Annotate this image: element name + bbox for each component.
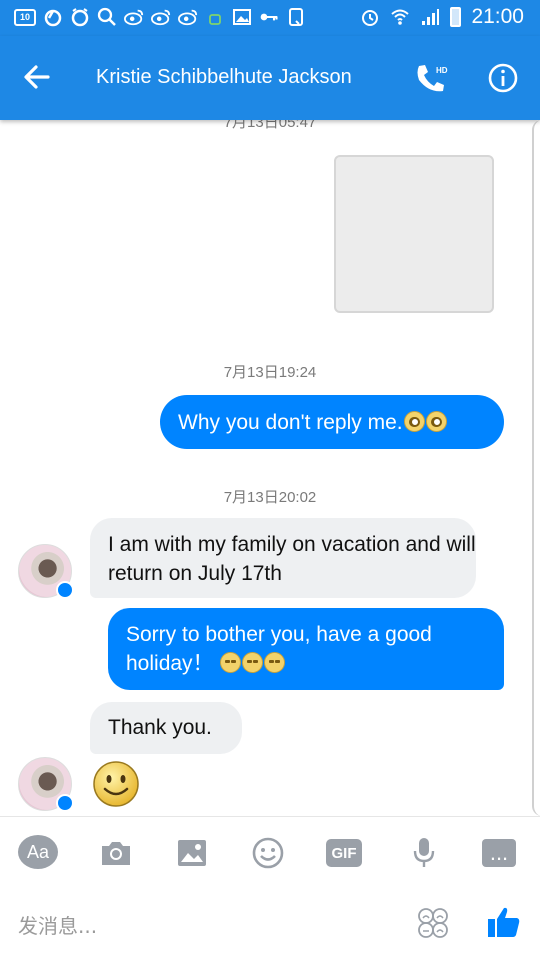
hd-call-button[interactable]: HD [414, 62, 450, 96]
message-list[interactable]: 7月13日05:47 7月13日19:24 Why you don't repl… [0, 120, 540, 816]
image-notification-icon [232, 7, 252, 27]
dizzy-face-emoji-icon [425, 411, 447, 432]
messenger-badge-icon [56, 794, 74, 812]
weibo-icon [151, 7, 171, 27]
svg-text:HD: HD [436, 66, 448, 75]
avatar[interactable] [18, 757, 74, 812]
gif-button[interactable]: GIF [326, 839, 362, 867]
message-text: Thank you. [108, 716, 212, 739]
alarm-icon [360, 7, 380, 27]
battery-icon [450, 7, 462, 27]
alarm-notification-icon [70, 7, 90, 27]
contact-name[interactable]: Kristie Schibbelhute Jackson [96, 66, 352, 89]
info-icon[interactable] [486, 61, 520, 95]
phone-icon: HD [417, 65, 448, 92]
message-text: I am with my family on vacation and will… [108, 533, 476, 585]
messenger-badge-icon [56, 581, 74, 599]
compose-bar [0, 890, 540, 960]
weibo-icon [124, 7, 144, 27]
wifi-icon [390, 7, 410, 27]
device-icon [286, 7, 306, 27]
weibo-icon [178, 7, 198, 27]
outgoing-message[interactable]: Why you don't reply me. [160, 395, 504, 449]
outgoing-message[interactable]: Sorry to bother you, have a good holiday… [108, 608, 504, 690]
gallery-icon[interactable] [172, 835, 212, 871]
expressionless-face-emoji-icon [220, 652, 242, 673]
expressionless-face-emoji-icon [264, 652, 286, 673]
message-text: Why you don't reply me. [178, 411, 403, 434]
signal-icon [420, 7, 440, 27]
message-input[interactable] [18, 910, 398, 942]
camera-icon[interactable] [96, 835, 136, 871]
incoming-message[interactable]: Thank you. [90, 702, 242, 754]
timestamp: 7月13日05:47 [223, 120, 317, 131]
microphone-icon[interactable] [404, 835, 444, 871]
app-notification-icon [43, 7, 63, 27]
notification-count-icon: 10 [14, 8, 36, 26]
back-arrow-icon[interactable] [20, 60, 54, 94]
smiley-sticker-icon[interactable] [92, 760, 140, 808]
search-notification-icon [97, 7, 117, 27]
notification-icons: 10 [14, 7, 306, 27]
avatar[interactable] [18, 544, 74, 599]
image-message[interactable] [334, 155, 494, 313]
status-bar: 10 21:00 [0, 0, 540, 36]
scroll-indicator [532, 120, 540, 816]
thumbs-up-icon[interactable] [486, 904, 522, 940]
expressionless-face-emoji-icon [242, 652, 264, 673]
timestamp: 7月13日20:02 [223, 489, 317, 506]
wechat-icon [205, 7, 225, 27]
composer-toolbar: Aa GIF ... [0, 816, 540, 890]
text-format-button[interactable]: Aa [18, 835, 58, 869]
system-icons: 21:00 [360, 5, 524, 29]
incoming-message[interactable]: I am with my family on vacation and will… [90, 518, 476, 598]
conversation-header: Kristie Schibbelhute Jackson HD [0, 36, 540, 120]
timestamp: 7月13日19:24 [223, 364, 317, 381]
sticker-faces-icon[interactable] [416, 906, 450, 940]
dizzy-face-emoji-icon [403, 411, 425, 432]
emoji-icon[interactable] [248, 835, 288, 871]
more-options-button[interactable]: ... [482, 839, 516, 867]
clock: 21:00 [471, 5, 524, 28]
key-icon [259, 7, 279, 27]
